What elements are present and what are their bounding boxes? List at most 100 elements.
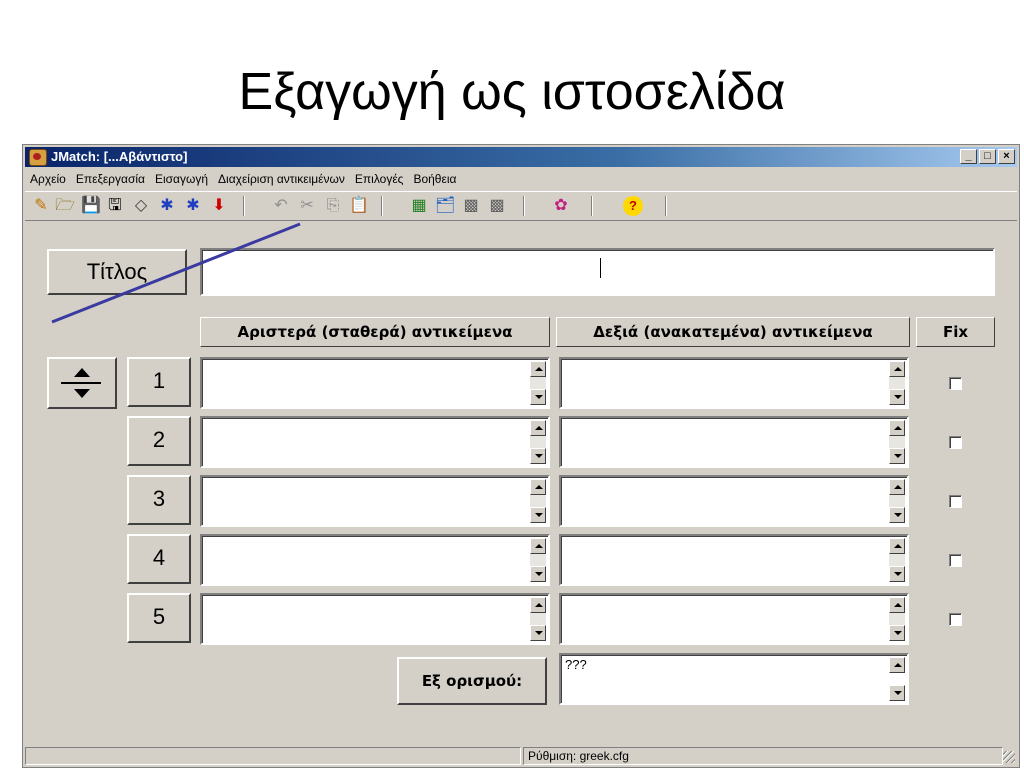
puzzle-alt-icon[interactable]: ▩ [487,196,507,216]
scroll-down-icon[interactable] [889,389,905,405]
default-field-scrollbar[interactable] [889,657,905,701]
paste-icon[interactable]: 📋 [349,196,369,216]
scroll-up-icon[interactable] [530,361,546,377]
scroll-up-icon[interactable] [889,597,905,613]
row-1-left-item[interactable] [200,357,550,409]
move-down-icon[interactable] [74,389,90,398]
eraser-icon[interactable]: ◇ [131,196,151,216]
scroll-down-icon[interactable] [530,507,546,523]
menu-manage-items[interactable]: Διαχείριση αντικειμένων [213,169,350,189]
row-number-3[interactable]: 3 [127,475,191,525]
move-up-icon[interactable] [74,368,90,377]
scroll-track[interactable] [530,495,546,507]
scroll-track[interactable] [889,495,905,507]
scroll-track[interactable] [889,436,905,448]
row-number-2[interactable]: 2 [127,416,191,466]
scroll-down-icon[interactable] [889,507,905,523]
scroll-up-icon[interactable] [530,538,546,554]
row-1-right-scrollbar[interactable] [889,361,905,405]
row-2-left-scrollbar[interactable] [530,420,546,464]
scroll-up-icon[interactable] [889,538,905,554]
scroll-up-icon[interactable] [889,420,905,436]
menu-edit[interactable]: Επεξεργασία [71,169,150,189]
open-icon[interactable]: 🗁 [55,196,75,216]
row-4-right-scrollbar[interactable] [889,538,905,582]
row-number-1[interactable]: 1 [127,357,191,407]
scroll-down-icon[interactable] [889,625,905,641]
close-button[interactable]: × [998,149,1015,164]
row-1-left-scrollbar[interactable] [530,361,546,405]
scroll-up-icon[interactable] [530,597,546,613]
resize-grip-icon[interactable] [1003,751,1015,763]
scroll-track[interactable] [889,613,905,625]
row-number-4[interactable]: 4 [127,534,191,584]
row-3-right-item[interactable] [559,475,909,527]
scroll-down-icon[interactable] [889,566,905,582]
row-5-fix-checkbox[interactable] [949,613,962,626]
row-5-left-item[interactable] [200,593,550,645]
row-5-left-scrollbar[interactable] [530,597,546,641]
scroll-track[interactable] [530,613,546,625]
scroll-up-icon[interactable] [530,420,546,436]
save-icon[interactable]: 💾 [81,196,101,216]
row-1-right-item[interactable] [559,357,909,409]
menu-options[interactable]: Επιλογές [350,169,409,189]
export-web-v6-icon[interactable]: ✱ [157,196,177,216]
header-right-items: Δεξιά (ανακατεμένα) αντικείμενα [556,317,910,347]
scroll-track[interactable] [530,377,546,389]
undo-icon[interactable]: ↶ [271,196,291,216]
scroll-track[interactable] [530,554,546,566]
scroll-down-icon[interactable] [889,685,905,701]
scroll-up-icon[interactable] [889,479,905,495]
image-icon[interactable]: ▦ [409,196,429,216]
new-icon[interactable]: ✎ [31,196,51,216]
row-4-left-item[interactable] [200,534,550,586]
scroll-track[interactable] [889,377,905,389]
row-2-right-item[interactable] [559,416,909,468]
row-3-fix-checkbox[interactable] [949,495,962,508]
row-2-fix-checkbox[interactable] [949,436,962,449]
default-label-button[interactable]: Εξ ορισμού: [397,657,547,705]
row-5-right-scrollbar[interactable] [889,597,905,641]
menu-file[interactable]: Αρχείο [25,169,71,189]
menu-help[interactable]: Βοήθεια [408,169,461,189]
window-titlebar[interactable]: JMatch: [...Αβάντιστο] _ □ × [25,147,1017,167]
puzzle-icon[interactable]: ▩ [461,196,481,216]
minimize-button[interactable]: _ [960,149,977,164]
scroll-down-icon[interactable] [530,448,546,464]
row-4-right-item[interactable] [559,534,909,586]
title-button[interactable]: Τίτλος [47,249,187,295]
save-as-icon[interactable]: 🖫 [105,196,125,216]
scroll-track[interactable] [530,436,546,448]
row-3-right-scrollbar[interactable] [889,479,905,523]
row-3-left-scrollbar[interactable] [530,479,546,523]
row-number-5[interactable]: 5 [127,593,191,643]
scroll-down-icon[interactable] [530,566,546,582]
help-icon[interactable]: ? [623,196,643,216]
menu-insert[interactable]: Εισαγωγή [150,169,213,189]
copy-icon[interactable]: ⎘ [323,196,343,216]
cut-icon[interactable]: ✂ [297,196,317,216]
download-icon[interactable]: ⬇ [209,196,229,216]
row-1-fix-checkbox[interactable] [949,377,962,390]
scroll-down-icon[interactable] [530,625,546,641]
scroll-track[interactable] [889,554,905,566]
row-3-left-item[interactable] [200,475,550,527]
title-field[interactable] [200,248,995,296]
row-2-right-scrollbar[interactable] [889,420,905,464]
export-web-v6-alt-icon[interactable]: ✱ [183,196,203,216]
row-order-stepper[interactable] [47,357,117,409]
maximize-button[interactable]: □ [979,149,996,164]
config-icon[interactable]: ✿ [551,196,571,216]
scroll-down-icon[interactable] [889,448,905,464]
folder-web-icon[interactable]: 🗂 [435,196,455,216]
row-4-left-scrollbar[interactable] [530,538,546,582]
scroll-up-icon[interactable] [530,479,546,495]
scroll-down-icon[interactable] [530,389,546,405]
row-2-left-item[interactable] [200,416,550,468]
row-5-right-item[interactable] [559,593,909,645]
scroll-up-icon[interactable] [889,361,905,377]
scroll-up-icon[interactable] [889,657,905,673]
row-4-fix-checkbox[interactable] [949,554,962,567]
default-field[interactable]: ??? [559,653,909,705]
